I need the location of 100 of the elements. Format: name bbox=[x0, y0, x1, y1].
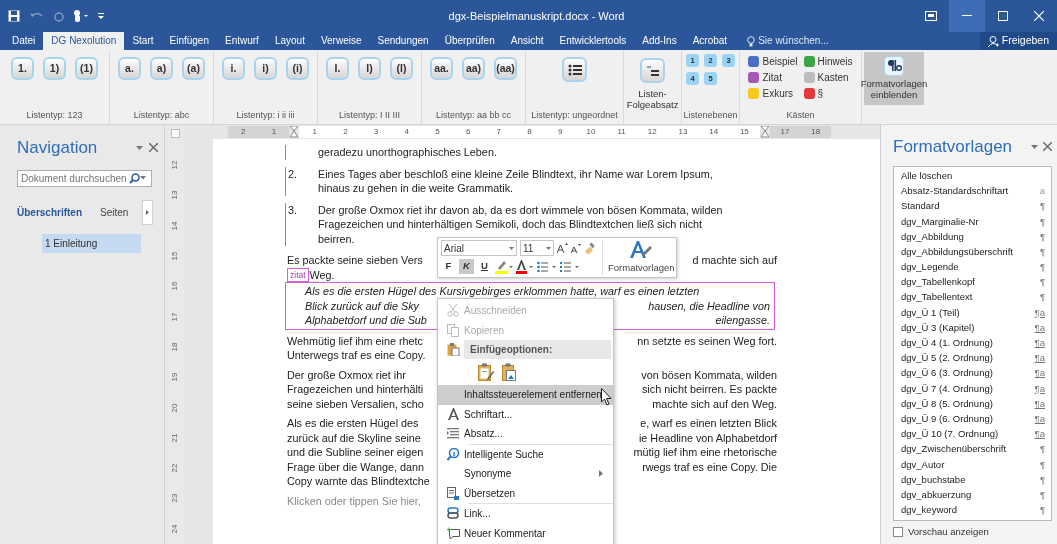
styles-button[interactable]: Formatvorlagen bbox=[608, 240, 675, 275]
context-menu-item[interactable]: Link... bbox=[438, 504, 613, 524]
style-type-mark: ¶ bbox=[1039, 457, 1045, 472]
heading-item[interactable]: 1 Einleitung bbox=[42, 233, 141, 253]
list-type-button[interactable]: (i) bbox=[286, 57, 309, 80]
ribbon-tab[interactable]: Start bbox=[124, 32, 162, 50]
format-button[interactable]: K bbox=[459, 259, 474, 274]
context-menu-item[interactable]: Übersetzen bbox=[438, 483, 613, 503]
context-menu-item[interactable]: Absatz... bbox=[438, 424, 613, 444]
list-type-button[interactable]: (a) bbox=[182, 57, 205, 80]
pane-tab[interactable]: Überschriften bbox=[17, 204, 82, 220]
style-name[interactable]: Standard bbox=[901, 199, 940, 214]
style-name[interactable]: dgv_buchstabe bbox=[901, 472, 966, 487]
ribbon-tab[interactable]: Einfügen bbox=[161, 32, 217, 50]
style-name[interactable]: dgv_Tabellentext bbox=[901, 290, 973, 305]
font-size-field[interactable]: 11 bbox=[520, 240, 554, 256]
ribbon-tab[interactable]: Datei bbox=[4, 32, 44, 50]
ribbon-tab[interactable]: Acrobat bbox=[684, 32, 736, 50]
style-name[interactable]: Alle löschen bbox=[901, 168, 953, 184]
format-button[interactable]: F bbox=[441, 259, 456, 274]
ribbon-tab[interactable]: DG Nexolution bbox=[43, 32, 125, 50]
dropdown-icon[interactable] bbox=[1031, 144, 1038, 149]
close-icon[interactable] bbox=[149, 143, 158, 153]
style-name[interactable]: dgv_Abbildungsüberschrift bbox=[901, 244, 1013, 260]
close-icon[interactable] bbox=[1043, 142, 1052, 152]
list-type-button[interactable]: a. bbox=[118, 57, 141, 80]
box-style-button[interactable]: Exkurs bbox=[748, 86, 798, 101]
dropdown-icon[interactable] bbox=[136, 145, 143, 150]
context-menu-item[interactable]: Synonyme bbox=[438, 464, 613, 484]
list-type-button[interactable]: (1) bbox=[75, 57, 98, 80]
style-name[interactable]: dgv_Autor bbox=[901, 457, 945, 472]
list-type-button[interactable]: (I) bbox=[390, 57, 413, 80]
list-type-button[interactable]: i. bbox=[222, 57, 245, 80]
pane-tab[interactable]: Seiten bbox=[100, 204, 129, 220]
grow-font-icon[interactable] bbox=[557, 243, 568, 253]
tell-me-field[interactable]: Sie wünschen... bbox=[743, 32, 833, 50]
ribbon-tab[interactable]: Add-Ins bbox=[634, 32, 685, 50]
box-style-button[interactable]: Beispiel bbox=[748, 54, 798, 69]
style-name[interactable]: dgv_Legende bbox=[901, 260, 959, 275]
bullets-icon[interactable] bbox=[537, 260, 557, 273]
ribbon-tab[interactable]: Entwicklertools bbox=[551, 32, 635, 50]
checkbox-label: Vorschau anzeigen bbox=[908, 524, 989, 539]
style-name[interactable]: dgv_Ü 7 (4. Ordnung) bbox=[901, 381, 993, 396]
style-name[interactable]: dgv_Zwischenüberschrift bbox=[901, 442, 1007, 457]
ribbon-tab[interactable]: Entwurf bbox=[217, 32, 267, 50]
format-painter-icon[interactable] bbox=[584, 241, 597, 255]
style-name[interactable]: dgv_Ü 8 (5. Ordnung) bbox=[901, 396, 993, 412]
scroll-tabs-button[interactable] bbox=[142, 199, 154, 225]
style-name[interactable]: dgv_Ü 4 (1. Ordnung) bbox=[901, 336, 993, 351]
bullet-list-button[interactable] bbox=[562, 57, 587, 82]
search-field[interactable]: Dokument durchsuchen bbox=[17, 169, 152, 187]
context-menu-item[interactable]: Neuer Kommentar bbox=[438, 523, 613, 543]
box-style-button[interactable]: Zitat bbox=[748, 70, 798, 85]
share-button[interactable]: Freigeben bbox=[979, 32, 1057, 50]
font-name-field[interactable]: Arial bbox=[441, 240, 517, 256]
style-name[interactable]: dgv_Ü 9 (6. Ordnung) bbox=[901, 411, 993, 427]
ribbon-tab[interactable]: Überprüfen bbox=[436, 32, 503, 50]
box-style-button[interactable]: Hinweis bbox=[803, 54, 853, 69]
touch-mode-icon[interactable] bbox=[73, 10, 89, 22]
ribbon-tab[interactable]: Ansicht bbox=[502, 32, 552, 50]
style-name[interactable]: dgv_Marginalie-Nr bbox=[901, 214, 979, 229]
style-name[interactable]: dgv_Ü 1 (Teil) bbox=[901, 305, 960, 320]
numbering-icon[interactable] bbox=[560, 260, 580, 273]
context-menu-item[interactable]: Schriftart... bbox=[438, 404, 613, 424]
style-name[interactable]: dgv_keyword bbox=[901, 503, 957, 518]
style-name[interactable]: dgv_Ü 3 (Kapitel) bbox=[901, 320, 975, 336]
list-type-button[interactable]: 1) bbox=[43, 57, 66, 80]
style-name[interactable]: Absatz-Standardschriftart bbox=[901, 184, 1009, 199]
ribbon-tab[interactable]: Layout bbox=[266, 32, 313, 50]
ribbon-tab[interactable]: Sendungen bbox=[369, 32, 437, 50]
list-type-button[interactable]: I) bbox=[358, 57, 381, 80]
style-name[interactable]: dgv_Tabellenkopf bbox=[901, 275, 975, 290]
ribbon-tab[interactable]: Verweise bbox=[312, 32, 370, 50]
checkbox[interactable] bbox=[893, 526, 903, 537]
redo-icon[interactable] bbox=[54, 10, 64, 22]
list-type-button[interactable]: i) bbox=[254, 57, 277, 80]
list-type-button[interactable]: a) bbox=[150, 57, 173, 80]
font-color-icon[interactable] bbox=[516, 259, 534, 274]
list-type-button[interactable]: aa) bbox=[462, 57, 485, 80]
style-name[interactable]: dgv_abkuerzung bbox=[901, 487, 972, 503]
context-menu-item[interactable]: Inhaltssteuerelement entfernen bbox=[438, 385, 613, 405]
context-menu-item[interactable]: Intelligente Suche bbox=[438, 444, 613, 464]
style-name[interactable]: dgv_Abbildung bbox=[901, 229, 964, 244]
shrink-font-icon[interactable] bbox=[571, 243, 581, 253]
dropdown-icon[interactable] bbox=[140, 176, 146, 180]
style-name[interactable]: dgv_Ü 5 (2. Ordnung) bbox=[901, 351, 993, 366]
format-button[interactable]: U bbox=[477, 259, 492, 274]
paste-picture-button[interactable] bbox=[502, 363, 516, 381]
style-name[interactable]: dgv_Ü 6 (3. Ordnung) bbox=[901, 366, 993, 381]
customize-icon[interactable] bbox=[98, 12, 104, 20]
box-style-button[interactable]: Kasten bbox=[803, 70, 853, 85]
list-type-button[interactable]: I. bbox=[326, 57, 349, 80]
save-icon[interactable] bbox=[8, 10, 20, 22]
style-name[interactable]: dgv_Ü 10 (7. Ordnung) bbox=[901, 427, 999, 442]
list-follow-paragraph-button[interactable]: Listen-Folgeabsatz bbox=[626, 54, 679, 115]
box-style-button[interactable]: § bbox=[803, 86, 853, 101]
keep-formatting-button[interactable] bbox=[478, 363, 494, 381]
list-type-button[interactable]: aa. bbox=[430, 57, 453, 80]
list-type-button[interactable]: 1. bbox=[11, 57, 34, 80]
list-type-button[interactable]: (aa) bbox=[494, 57, 517, 80]
